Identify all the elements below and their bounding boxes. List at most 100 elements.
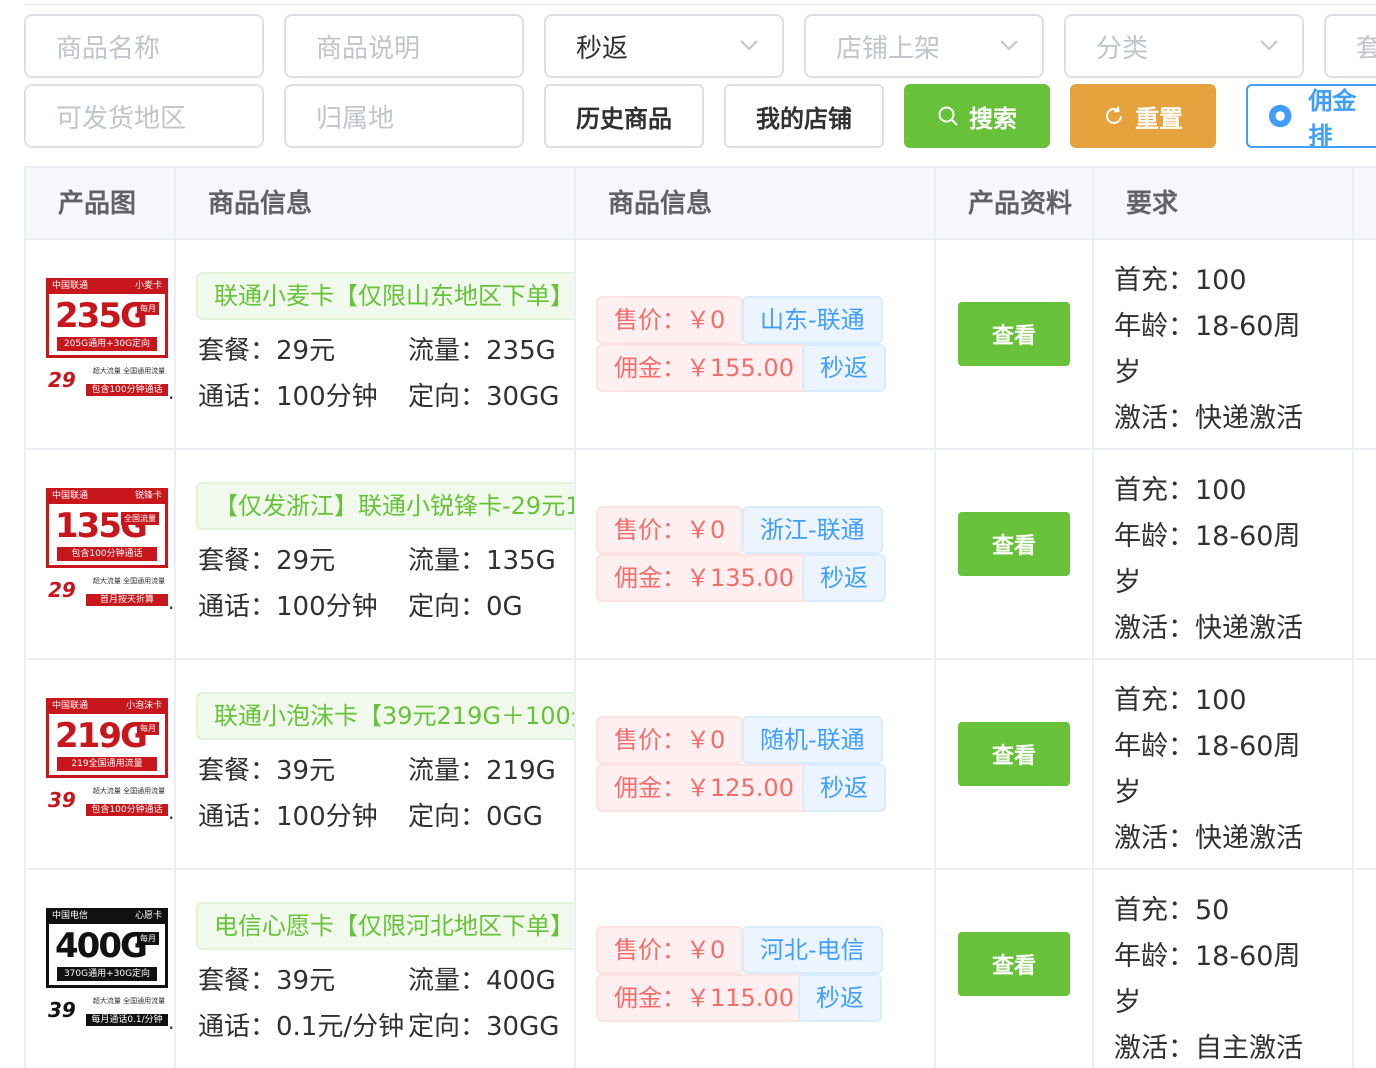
region-tag: 山东-联通 xyxy=(742,296,883,344)
table-row: 中国联通 小泡沫卡 219G 每月 219全国通用流量 39 超大流量 全国通用流… xyxy=(26,660,1376,870)
history-products-label: 历史商品 xyxy=(576,104,672,133)
image-cell: 中国联通 锐锋卡 135G 全国流量 包含100分钟通话 29 超大流量 全国通用… xyxy=(26,450,176,658)
first-charge-text: 首充：100 xyxy=(1114,265,1247,296)
price-cell: 售价：￥0 浙江-联通 佣金：￥135.00 秒返 xyxy=(576,450,936,658)
directed-text: 定向：30GG xyxy=(408,1012,560,1042)
commission-sort-radio[interactable]: 佣金排 xyxy=(1246,84,1376,148)
thumb-footer: 首月按天折算 xyxy=(86,594,168,606)
price-cell: 售价：￥0 河北-电信 佣金：￥115.00 秒返 xyxy=(576,870,936,1068)
thumb-card-name: 锐锋卡 xyxy=(134,491,162,501)
thumb-strip: 包含100分钟通话 xyxy=(57,547,157,561)
thumb-fine-print: 超大流量 全国通用流量 xyxy=(92,577,166,585)
search-button[interactable]: 搜索 xyxy=(904,84,1050,148)
product-name-placeholder: 商品名称 xyxy=(56,33,161,64)
table-row: 中国电信 心愿卡 400G 每月 370G通用+30G定向 39 超大流量 全国通… xyxy=(26,870,1376,1068)
region-tag: 浙江-联通 xyxy=(742,506,883,554)
package-text: 套餐：29元 xyxy=(198,336,336,366)
chevron-down-icon xyxy=(1000,40,1018,51)
product-desc-input[interactable]: 商品说明 xyxy=(284,14,524,78)
store-listing-placeholder: 店铺上架 xyxy=(836,33,941,64)
thumb-strip: 205G通用+30G定向 xyxy=(57,337,157,351)
thumb-fine-print: 超大流量 全国通用流量 xyxy=(92,997,166,1005)
my-store-label: 我的店铺 xyxy=(756,104,852,133)
my-store-button[interactable]: 我的店铺 xyxy=(724,84,884,148)
calls-text: 通话：100分钟 xyxy=(198,382,378,412)
age-tail-text: 岁 xyxy=(1114,987,1141,1018)
thumb-price: 29 xyxy=(48,368,76,392)
table-row: 中国联通 小麦卡 235G 每月 205G通用+30G定向 29 超大流量 全国通… xyxy=(26,240,1376,450)
view-button[interactable]: 查看 xyxy=(958,932,1070,996)
thumb-strip: 370G通用+30G定向 xyxy=(57,967,157,981)
activation-text: 激活：快递激活 xyxy=(1114,823,1303,854)
thumb-brand: 中国联通 xyxy=(52,491,89,501)
thumb-data-amount: 235G xyxy=(55,296,148,336)
ship-region-placeholder: 可发货地区 xyxy=(56,103,187,134)
package-text: 套餐：39元 xyxy=(198,756,336,786)
thumb-tag: 每月 xyxy=(137,302,159,315)
price-cell: 售价：￥0 随机-联通 佣金：￥125.00 秒返 xyxy=(576,660,936,868)
table-header: 产品图 商品信息 商品信息 产品资料 要求 xyxy=(26,168,1376,240)
package-select-partial[interactable]: 套 xyxy=(1324,14,1376,78)
thumb-data-amount: 219G xyxy=(55,716,148,756)
calls-text: 通话：100分钟 xyxy=(198,592,378,622)
product-thumbnail[interactable]: 中国联通 小麦卡 235G 每月 205G通用+30G定向 29 超大流量 全国通… xyxy=(46,278,168,400)
return-type-tag: 秒返 xyxy=(802,344,886,392)
commission-tag: 佣金：￥135.00 xyxy=(596,554,812,602)
view-button[interactable]: 查看 xyxy=(958,302,1070,366)
first-charge-text: 首充：100 xyxy=(1114,685,1247,716)
first-charge-text: 首充：100 xyxy=(1114,475,1247,506)
thumb-tag: 全国流量 xyxy=(121,512,159,525)
ellipsis: . xyxy=(168,590,175,614)
thumb-footer: 每月通话0.1/分钟 xyxy=(86,1014,168,1026)
thumb-price: 39 xyxy=(48,788,76,812)
materials-cell: 查看 xyxy=(936,870,1094,1068)
age-text: 年龄：18-60周 xyxy=(1114,311,1301,342)
commission-tag: 佣金：￥155.00 xyxy=(596,344,812,392)
history-products-button[interactable]: 历史商品 xyxy=(544,84,704,148)
sale-price-tag: 售价：￥0 xyxy=(596,716,744,764)
home-location-placeholder: 归属地 xyxy=(316,103,395,134)
package-text: 套餐：39元 xyxy=(198,966,336,996)
header-next-column xyxy=(1354,168,1376,238)
materials-cell: 查看 xyxy=(936,240,1094,448)
category-select[interactable]: 分类 xyxy=(1064,14,1304,78)
search-label: 搜索 xyxy=(969,104,1017,133)
traffic-text: 流量：400G xyxy=(408,966,556,996)
view-button[interactable]: 查看 xyxy=(958,512,1070,576)
activation-text: 激活：自主激活 xyxy=(1114,1033,1303,1064)
product-name-tag: 联通小泡沫卡【39元219G＋100分 xyxy=(196,692,574,740)
requirements-cell: 首充：100 年龄：18-60周 岁 激活：快递激活 xyxy=(1094,660,1354,868)
return-type-tag: 秒返 xyxy=(802,554,886,602)
thumb-tag: 每月 xyxy=(137,932,159,945)
home-location-input[interactable]: 归属地 xyxy=(284,84,524,148)
radio-checked-icon xyxy=(1268,104,1292,128)
product-thumbnail[interactable]: 中国联通 锐锋卡 135G 全国流量 包含100分钟通话 29 超大流量 全国通用… xyxy=(46,488,168,610)
product-thumbnail[interactable]: 中国电信 心愿卡 400G 每月 370G通用+30G定向 39 超大流量 全国通… xyxy=(46,908,168,1030)
age-tail-text: 岁 xyxy=(1114,567,1141,598)
info-cell: 联通小泡沫卡【39元219G＋100分 套餐：39元 流量：219G 通话：10… xyxy=(176,660,576,868)
top-divider xyxy=(24,4,1376,5)
ellipsis: . xyxy=(168,1010,175,1034)
reset-button[interactable]: 重置 xyxy=(1070,84,1216,148)
region-tag: 河北-电信 xyxy=(742,926,883,974)
product-thumbnail[interactable]: 中国联通 小泡沫卡 219G 每月 219全国通用流量 39 超大流量 全国通用流… xyxy=(46,698,168,820)
image-cell: 中国联通 小麦卡 235G 每月 205G通用+30G定向 29 超大流量 全国通… xyxy=(26,240,176,448)
thumb-footer: 包含100分钟通话 xyxy=(86,384,168,396)
sale-price-tag: 售价：￥0 xyxy=(596,296,744,344)
ship-region-input[interactable]: 可发货地区 xyxy=(24,84,264,148)
thumb-brand: 中国联通 xyxy=(52,281,89,291)
age-tail-text: 岁 xyxy=(1114,357,1141,388)
thumb-footer: 包含100分钟通话 xyxy=(86,804,168,816)
info-cell: 【仅发浙江】联通小锐锋卡-29元1 套餐：29元 流量：135G 通话：100分… xyxy=(176,450,576,658)
header-product-info: 商品信息 xyxy=(176,168,576,238)
thumb-card-name: 小泡沫卡 xyxy=(125,701,162,711)
requirements-cell: 首充：50 年龄：18-60周 岁 激活：自主激活 xyxy=(1094,870,1354,1068)
activation-text: 激活：快递激活 xyxy=(1114,613,1303,644)
return-type-tag: 秒返 xyxy=(798,974,882,1022)
product-name-input[interactable]: 商品名称 xyxy=(24,14,264,78)
return-type-select[interactable]: 秒返 xyxy=(544,14,784,78)
store-listing-select[interactable]: 店铺上架 xyxy=(804,14,1044,78)
view-button[interactable]: 查看 xyxy=(958,722,1070,786)
traffic-text: 流量：235G xyxy=(408,336,556,366)
thumb-card-name: 心愿卡 xyxy=(134,911,162,921)
